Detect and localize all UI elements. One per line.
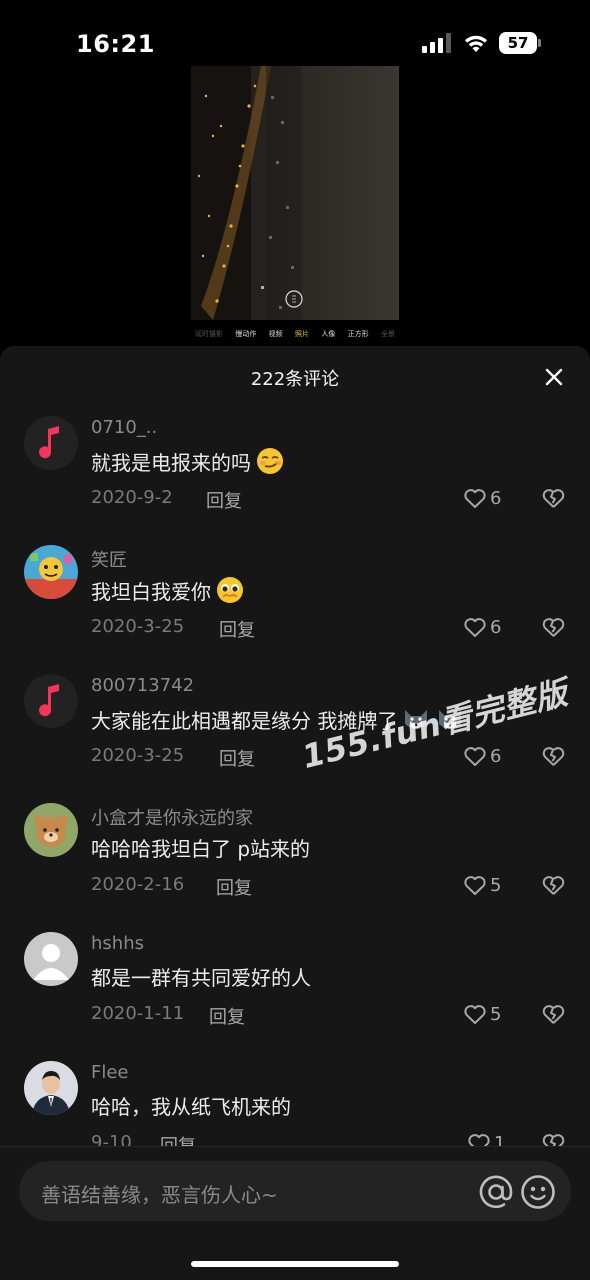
heart-icon	[464, 876, 486, 895]
comment-item: Flee 哈哈，我从纸飞机来的 9-10 回复 1	[0, 1055, 590, 1146]
heart-icon	[464, 747, 486, 766]
reply-button[interactable]: 回复	[216, 874, 252, 900]
camera-mode-square: 正方形	[347, 330, 369, 338]
camera-mode-pano: 全景	[380, 330, 395, 338]
comment-item: 笑匠 我坦白我爱你 2020-3-25 回复 6	[0, 539, 590, 668]
camera-mode-portrait: 人像	[321, 330, 336, 338]
reply-button[interactable]: 回复	[160, 1132, 196, 1146]
broken-heart-icon[interactable]	[541, 1002, 566, 1026]
at-mention-icon[interactable]	[477, 1173, 515, 1211]
like-button[interactable]: 6	[463, 614, 501, 640]
status-time: 16:21	[76, 30, 155, 58]
camera-mode-slowmo: 慢动作	[235, 330, 257, 338]
comment-text: 哈哈，我从纸飞机来的	[91, 1095, 291, 1119]
comment-input[interactable]: 善语结善缘，恶言伤人心~	[19, 1161, 571, 1221]
battery-tip	[538, 39, 541, 47]
broken-heart-icon[interactable]	[541, 486, 566, 510]
comment-text-row: 都是一群有共同爱好的人	[91, 962, 311, 991]
avatar[interactable]	[24, 932, 78, 986]
heart-icon	[468, 1134, 490, 1146]
camera-mode-timelapse: 延时摄影	[195, 330, 223, 338]
cartoon-avatar-icon	[24, 545, 78, 599]
comment-text-row: 哈哈，我从纸飞机来的	[91, 1091, 291, 1120]
home-indicator[interactable]	[191, 1261, 399, 1267]
comment-date: 2020-9-2	[91, 487, 173, 508]
comment-text: 都是一群有共同爱好的人	[91, 966, 311, 990]
comment-text-row: 哈哈哈我坦白了 p站来的	[91, 833, 310, 862]
comment-date: 2020-3-25	[91, 745, 185, 766]
comment-count-title: 222条评论	[250, 369, 340, 390]
reply-button[interactable]: 回复	[219, 745, 255, 771]
comment-date: 9-10	[91, 1132, 132, 1146]
comment-sheet: 222条评论 0710_.. 就我是电报来的吗 2020-9-2 回复 6 笑匠…	[0, 346, 590, 1280]
music-app-avatar-icon	[24, 674, 78, 728]
broken-heart-icon[interactable]	[541, 615, 566, 639]
comment-date: 2020-1-11	[91, 1003, 185, 1024]
reply-button[interactable]: 回复	[206, 487, 242, 513]
battery-indicator: 57	[499, 32, 541, 54]
heart-icon	[464, 618, 486, 637]
comment-text: 哈哈哈我坦白了 p站来的	[91, 837, 311, 861]
close-button[interactable]	[540, 363, 568, 391]
smirk-emoji-icon	[257, 448, 283, 474]
comment-username[interactable]: 0710_..	[91, 417, 157, 438]
avatar[interactable]	[24, 803, 78, 857]
bear-avatar-icon	[24, 803, 78, 857]
camera-mode-video: 视频	[268, 330, 283, 338]
comment-date: 2020-3-25	[91, 616, 185, 637]
comment-username[interactable]: hshhs	[91, 933, 144, 954]
music-app-avatar-icon	[24, 416, 78, 470]
comment-text: 我坦白我爱你	[91, 579, 211, 604]
comment-username[interactable]: 笑匠	[91, 546, 127, 572]
comment-text-row: 就我是电报来的吗	[91, 446, 285, 476]
comment-date: 2020-2-16	[91, 874, 185, 895]
broken-heart-icon[interactable]	[541, 744, 566, 768]
like-button[interactable]: 6	[463, 743, 501, 769]
battery-level: 57	[499, 32, 537, 54]
avatar[interactable]	[24, 674, 78, 728]
like-button[interactable]: 5	[463, 872, 501, 898]
pleading-emoji-icon	[217, 577, 243, 603]
like-button[interactable]: 1	[467, 1130, 505, 1146]
comment-item: hshhs 都是一群有共同爱好的人 2020-1-11 回复 5	[0, 926, 590, 1055]
avatar[interactable]	[24, 416, 78, 470]
cellular-signal-icon	[422, 33, 451, 53]
close-icon	[545, 368, 563, 386]
video-thumbnail[interactable]	[191, 66, 399, 320]
broken-heart-icon[interactable]	[541, 873, 566, 897]
heart-icon	[464, 489, 486, 508]
broken-heart-icon[interactable]	[541, 1131, 566, 1146]
like-count: 5	[490, 1003, 502, 1025]
like-count: 6	[490, 616, 502, 638]
like-count: 6	[490, 745, 502, 767]
comment-text-row: 我坦白我爱你	[91, 575, 245, 605]
default-avatar-icon	[24, 932, 78, 986]
like-button[interactable]: 5	[463, 1001, 501, 1027]
wifi-icon	[465, 35, 487, 52]
comment-username[interactable]: Flee	[91, 1062, 129, 1083]
emoji-picker-icon[interactable]	[519, 1173, 557, 1211]
reply-button[interactable]: 回复	[209, 1003, 245, 1029]
camera-mode-photo: 照片	[294, 330, 309, 338]
heart-icon	[464, 1005, 486, 1024]
like-button[interactable]: 6	[463, 485, 501, 511]
like-count: 6	[490, 487, 502, 509]
comment-text: 就我是电报来的吗	[91, 450, 251, 475]
comment-username[interactable]: 小盒才是你永远的家	[91, 804, 253, 830]
reply-button[interactable]: 回复	[219, 616, 255, 642]
night-city-image	[191, 66, 399, 320]
avatar[interactable]	[24, 1061, 78, 1115]
comment-item: 小盒才是你永远的家 哈哈哈我坦白了 p站来的 2020-2-16 回复 5	[0, 797, 590, 926]
comment-list[interactable]: 0710_.. 就我是电报来的吗 2020-9-2 回复 6 笑匠 我坦白我爱你…	[0, 410, 590, 1146]
like-count: 5	[490, 874, 502, 896]
comment-input-placeholder: 善语结善缘，恶言伤人心~	[41, 1183, 278, 1207]
comment-item: 0710_.. 就我是电报来的吗 2020-9-2 回复 6	[0, 410, 590, 539]
like-count: 1	[494, 1132, 506, 1147]
comment-username[interactable]: 800713742	[91, 675, 194, 696]
comment-input-bar: 善语结善缘，恶言伤人心~	[0, 1146, 590, 1280]
man-in-suit-avatar-icon	[24, 1061, 78, 1115]
camera-mode-strip: 延时摄影 慢动作 视频 照片 人像 正方形 全景	[191, 326, 399, 342]
avatar[interactable]	[24, 545, 78, 599]
